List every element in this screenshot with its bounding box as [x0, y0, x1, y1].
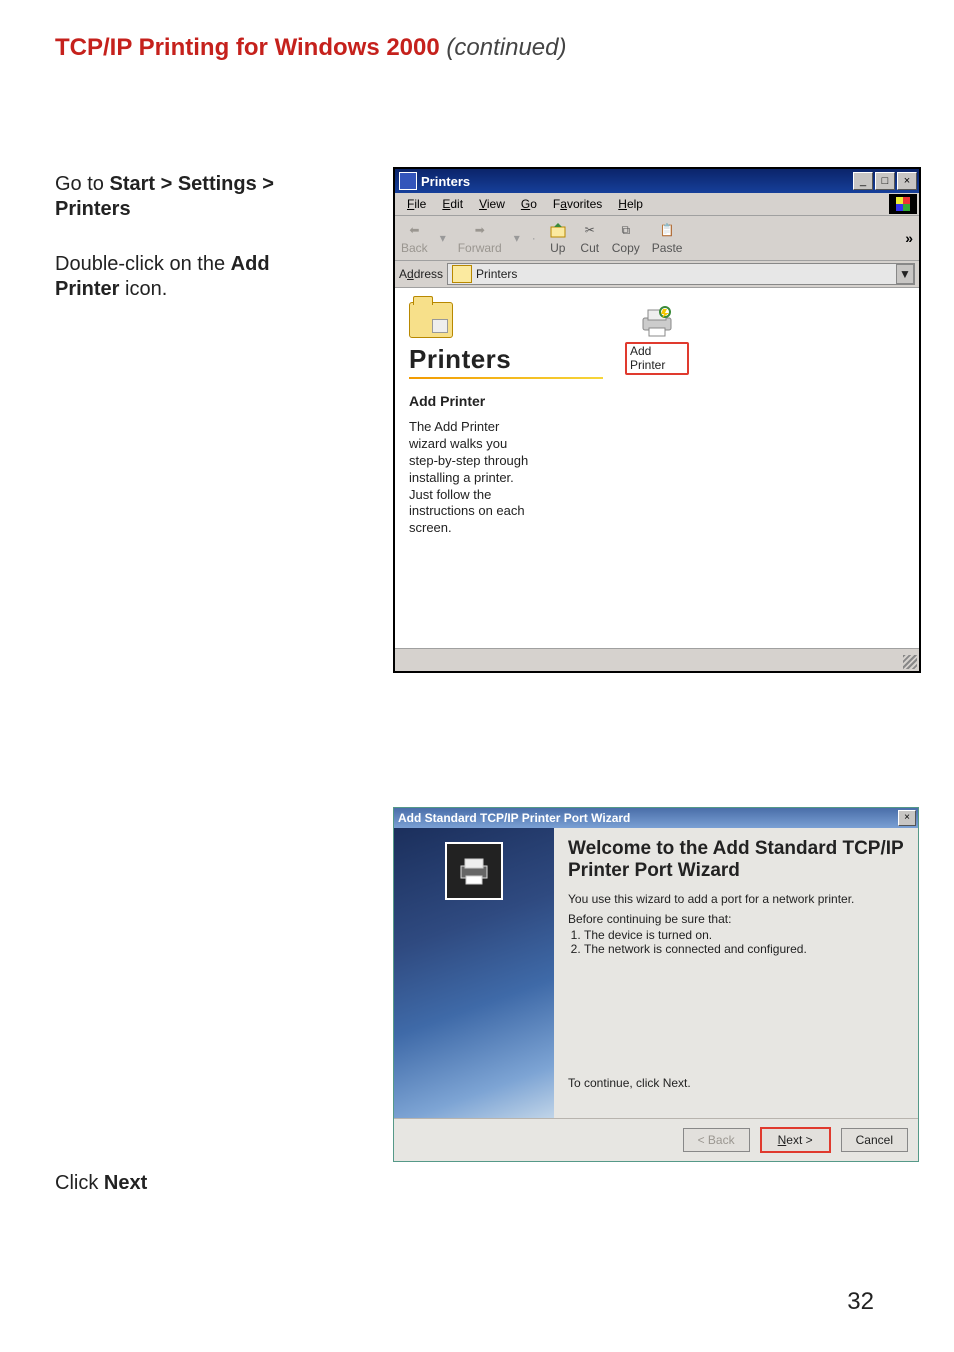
address-bar: Address Printers ▼ — [395, 261, 919, 288]
headline-red: TCP/IP Printing for Windows 2000 — [55, 34, 440, 61]
printers-folder-icon — [409, 302, 453, 338]
info-pane: Printers Add Printer The Add Printer wiz… — [395, 288, 615, 648]
wizard-heading: Welcome to the Add Standard TCP/IP Print… — [568, 838, 906, 882]
headline-continued: (continued) — [440, 34, 567, 61]
wizard-title: Add Standard TCP/IP Printer Port Wizard — [398, 811, 630, 825]
folder-icon — [452, 265, 472, 283]
step3-pre: Click — [55, 1172, 104, 1194]
folder-title: Printers — [409, 344, 603, 375]
toolbar-up[interactable]: Up — [548, 221, 568, 255]
toolbar-paste[interactable]: 📋 Paste — [652, 221, 683, 255]
icon-pane: Add Printer — [615, 288, 919, 648]
step1-pre: Go to — [55, 173, 109, 195]
toolbar-more-icon[interactable]: » — [905, 230, 913, 246]
wizard-dialog: Add Standard TCP/IP Printer Port Wizard … — [393, 807, 919, 1162]
help-text: The Add Printer wizard walks you step-by… — [409, 419, 529, 537]
page-headline: TCP/IP Printing for Windows 2000 (contin… — [55, 34, 899, 62]
minimize-button[interactable]: _ — [853, 172, 873, 190]
resize-grip-icon[interactable] — [903, 655, 917, 669]
separator-bar — [409, 377, 603, 379]
windows-logo-icon — [889, 194, 917, 214]
wizard-close-button[interactable]: × — [898, 810, 916, 826]
window-title: Printers — [421, 174, 470, 189]
maximize-button[interactable]: □ — [875, 172, 895, 190]
page-number: 32 — [847, 1288, 874, 1316]
window-icon — [399, 172, 417, 190]
dropdown-arrow-icon: ▾ — [514, 231, 520, 245]
wizard-banner — [394, 828, 554, 1118]
step3-bold: Next — [104, 1172, 147, 1194]
wizard-titlebar[interactable]: Add Standard TCP/IP Printer Port Wizard … — [394, 808, 918, 828]
menu-favorites[interactable]: Favorites — [545, 197, 610, 211]
instructions-column: Go to Start > Settings > Printers Double… — [55, 172, 325, 332]
toolbar: ⬅ Back ▾ ➡ Forward ▾ · Up ✂ Cut — [395, 216, 919, 261]
dropdown-icon[interactable]: ▼ — [896, 264, 914, 284]
next-button[interactable]: Next > — [760, 1127, 831, 1153]
step-3: Click Next — [55, 1172, 147, 1195]
dropdown-arrow-icon: ▾ — [440, 231, 446, 245]
address-text: Printers — [476, 267, 517, 281]
back-button: < Back — [683, 1128, 750, 1152]
wizard-before: Before continuing be sure that: — [568, 912, 906, 926]
printers-window: Printers _ □ × File Edit View Go Favorit… — [393, 167, 921, 673]
paste-icon: 📋 — [657, 221, 677, 239]
wizard-body: Welcome to the Add Standard TCP/IP Print… — [394, 828, 918, 1118]
back-icon: ⬅ — [404, 221, 424, 239]
menu-edit[interactable]: Edit — [434, 197, 471, 211]
titlebar[interactable]: Printers _ □ × — [395, 169, 919, 193]
wizard-continue: To continue, click Next. — [568, 1076, 906, 1090]
toolbar-back: ⬅ Back — [401, 221, 428, 255]
step-1: Go to Start > Settings > Printers — [55, 172, 325, 222]
add-printer-icon — [635, 302, 679, 342]
explorer-body: Printers Add Printer The Add Printer wiz… — [395, 288, 919, 648]
address-combo[interactable]: Printers ▼ — [447, 263, 915, 285]
toolbar-copy[interactable]: ⧉ Copy — [612, 221, 640, 255]
wizard-content: Welcome to the Add Standard TCP/IP Print… — [554, 828, 918, 1118]
menu-go[interactable]: Go — [513, 197, 545, 211]
copy-icon: ⧉ — [616, 221, 636, 239]
menu-file[interactable]: File — [399, 197, 434, 211]
wizard-intro: You use this wizard to add a port for a … — [568, 892, 906, 906]
wizard-checklist: The device is turned on. The network is … — [584, 928, 906, 956]
printer-emblem-icon — [445, 842, 503, 900]
wizard-check-1: The device is turned on. — [584, 928, 906, 942]
menu-view[interactable]: View — [471, 197, 513, 211]
step2-pre: Double-click on the — [55, 253, 231, 275]
status-bar — [395, 648, 919, 671]
menu-help[interactable]: Help — [610, 197, 651, 211]
wizard-footer: < Back Next > Cancel — [394, 1118, 918, 1161]
toolbar-cut[interactable]: ✂ Cut — [580, 221, 600, 255]
close-button[interactable]: × — [897, 172, 917, 190]
forward-icon: ➡ — [470, 221, 490, 239]
toolbar-forward: ➡ Forward — [458, 221, 502, 255]
separator: · — [532, 231, 536, 245]
section-title: Add Printer — [409, 393, 603, 409]
cut-icon: ✂ — [580, 221, 600, 239]
cancel-button[interactable]: Cancel — [841, 1128, 908, 1152]
step2-post: icon. — [119, 278, 167, 300]
wizard-check-2: The network is connected and configured. — [584, 942, 906, 956]
step-2: Double-click on the Add Printer icon. — [55, 252, 325, 302]
address-label: Address — [399, 267, 443, 281]
add-printer-item[interactable]: Add Printer — [625, 302, 689, 375]
document-page: TCP/IP Printing for Windows 2000 (contin… — [0, 0, 954, 1352]
up-icon — [548, 221, 568, 239]
menubar: File Edit View Go Favorites Help — [395, 193, 919, 216]
add-printer-label: Add Printer — [625, 342, 689, 375]
